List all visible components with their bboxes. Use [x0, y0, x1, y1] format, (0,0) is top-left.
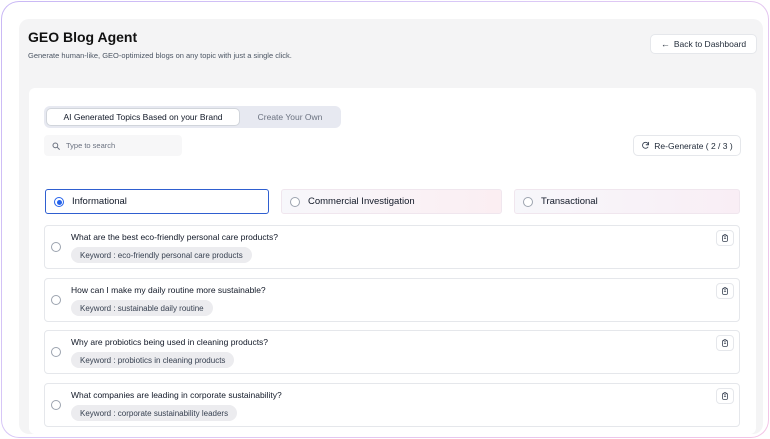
question-card[interactable]: Why are probiotics being used in cleanin…: [44, 330, 740, 374]
keyword-badge: Keyword : sustainable daily routine: [71, 300, 213, 316]
question-radio[interactable]: [51, 295, 61, 305]
topic-source-toggle: AI Generated Topics Based on your Brand …: [44, 106, 341, 128]
frame-inner: GEO Blog Agent Generate human-like, GEO-…: [2, 2, 768, 437]
tab-ai-generated-topics[interactable]: AI Generated Topics Based on your Brand: [46, 108, 240, 126]
question-radio[interactable]: [51, 242, 61, 252]
intent-option-transactional[interactable]: Transactional: [514, 189, 740, 214]
question-text: What are the best eco-friendly personal …: [71, 232, 278, 242]
question-text: What companies are leading in corporate …: [71, 390, 282, 400]
copy-button[interactable]: [716, 335, 734, 351]
app-frame: GEO Blog Agent Generate human-like, GEO-…: [1, 1, 769, 438]
question-card[interactable]: What companies are leading in corporate …: [44, 383, 740, 427]
keyword-badge: Keyword : corporate sustainability leade…: [71, 405, 238, 421]
question-radio[interactable]: [51, 400, 61, 410]
radio-unselected[interactable]: [290, 196, 300, 207]
copy-button[interactable]: [716, 388, 734, 404]
radio-unselected[interactable]: [523, 196, 533, 207]
question-radio[interactable]: [51, 347, 61, 357]
keyword-badge: Keyword : eco-friendly personal care pro…: [71, 247, 252, 263]
search-box: [44, 135, 182, 156]
intent-label: Commercial Investigation: [308, 196, 415, 207]
question-card[interactable]: How can I make my daily routine more sus…: [44, 278, 740, 322]
question-text: How can I make my daily routine more sus…: [71, 285, 266, 295]
geo-blog-agent-app: GEO Blog Agent Generate human-like, GEO-…: [19, 19, 763, 434]
back-to-dashboard-button[interactable]: ← Back to Dashboard: [650, 34, 757, 54]
page-subtitle: Generate human-like, GEO-optimized blogs…: [28, 51, 292, 60]
search-icon: [52, 141, 60, 150]
intent-label: Transactional: [541, 196, 598, 207]
clipboard-icon: [722, 287, 728, 295]
question-card[interactable]: What are the best eco-friendly personal …: [44, 225, 740, 269]
clipboard-icon: [722, 392, 728, 400]
radio-selected[interactable]: [54, 196, 64, 207]
intent-option-commercial-investigation[interactable]: Commercial Investigation: [281, 189, 502, 214]
keyword-badge: Keyword : probiotics in cleaning product…: [71, 352, 235, 368]
arrow-left-icon: ←: [660, 39, 670, 49]
tab-create-your-own[interactable]: Create Your Own: [242, 108, 338, 126]
topics-panel: AI Generated Topics Based on your Brand …: [29, 88, 756, 434]
back-button-label: Back to Dashboard: [673, 39, 747, 49]
clipboard-icon: [722, 339, 728, 347]
intent-label: Informational: [72, 196, 127, 207]
copy-button[interactable]: [716, 230, 734, 246]
clipboard-icon: [722, 234, 728, 242]
refresh-icon: [642, 141, 650, 149]
copy-button[interactable]: [716, 283, 734, 299]
question-text: Why are probiotics being used in cleanin…: [71, 337, 269, 347]
search-input[interactable]: [66, 141, 176, 150]
regenerate-label: Re-Generate ( 2 / 3 ): [654, 140, 733, 151]
page-title: GEO Blog Agent: [28, 29, 138, 45]
regenerate-button[interactable]: Re-Generate ( 2 / 3 ): [633, 135, 741, 156]
intent-option-informational[interactable]: Informational: [45, 189, 269, 214]
